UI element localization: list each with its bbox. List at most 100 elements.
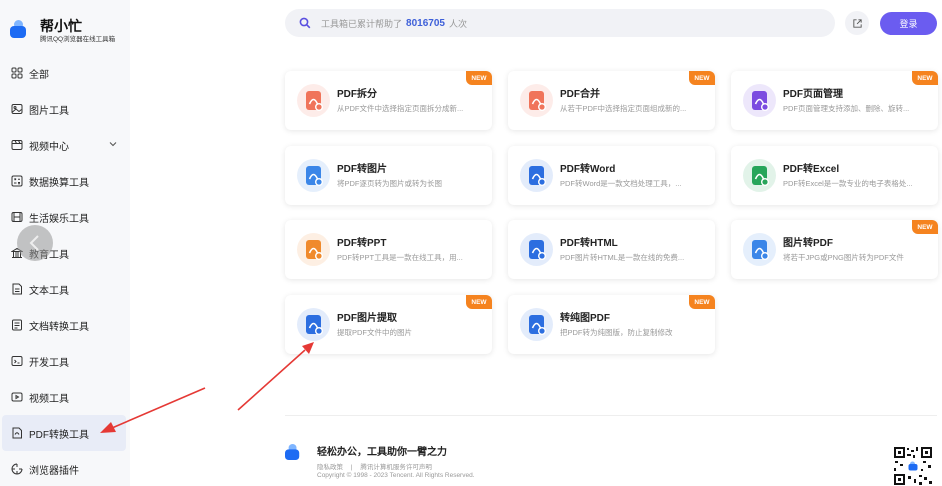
search-suffix: 人次: [448, 18, 467, 29]
sidebar-item-text-tools[interactable]: 文本工具: [0, 271, 130, 307]
arrow-to-pdf-image-extract: [237, 349, 306, 411]
pdf-to-ppt-icon: [297, 233, 330, 266]
sidebar-item-label: 图片工具: [29, 105, 69, 117]
search-bar[interactable]: 工具箱已累计帮助了 8016705 人次: [285, 9, 835, 37]
sidebar-item-label: 视频工具: [29, 393, 69, 405]
card-description: PDF转Word是一款文档处理工具，...: [560, 179, 682, 188]
card-description: 将若干JPG或PNG图片转为PDF文件: [783, 253, 904, 262]
pure-image-pdf-icon: [520, 308, 553, 341]
card-title: PDF转Word: [560, 164, 616, 175]
brand[interactable]: 帮小忙 腾讯QQ浏览器在线工具箱: [10, 14, 128, 46]
sidebar-item-label: 数据换算工具: [29, 177, 89, 189]
new-badge: NEW: [689, 295, 715, 309]
back-button[interactable]: [17, 225, 53, 261]
text-icon: [11, 283, 23, 295]
sidebar-item-video-tools[interactable]: 视频工具: [0, 379, 130, 415]
copyright-text: Copyright © 1998 - 2023 Tencent. All Rig…: [317, 472, 475, 479]
sidebar-item-document-conversion[interactable]: 文档转换工具: [0, 307, 130, 343]
pdf-page-manage-icon: [743, 84, 776, 117]
card-description: PDF图片转HTML是一款在线的免费...: [560, 253, 685, 262]
sidebar-item-all[interactable]: 全部: [0, 55, 130, 91]
pdf-merge-card[interactable]: PDF合并从若干PDF中选择指定页面组成新的... NEW: [508, 71, 715, 130]
logo-icon: [10, 20, 26, 38]
pdf-merge-icon: [520, 84, 553, 117]
pdf-to-ppt-card[interactable]: PDF转PPT PDF转PPT工具是一款在线工具，用...: [285, 220, 492, 279]
sidebar-item-image-tools[interactable]: 图片工具: [0, 91, 130, 127]
pdf-to-image-icon: [297, 159, 330, 192]
new-badge: NEW: [912, 71, 938, 85]
grid-icon: [11, 67, 23, 79]
card-title: 图片转PDF: [783, 238, 833, 249]
pdf-to-html-card[interactable]: PDF转HTML PDF图片转HTML是一款在线的免费...: [508, 220, 715, 279]
share-button[interactable]: [845, 11, 869, 35]
pdf-to-word-card[interactable]: PDF转Word PDF转Word是一款文档处理工具，...: [508, 146, 715, 205]
new-badge: NEW: [689, 71, 715, 85]
card-description: PDF转PPT工具是一款在线工具，用...: [337, 253, 463, 262]
image-to-pdf-card[interactable]: 图片转PDF 将若干JPG或PNG图片转为PDF文件 NEW: [731, 220, 938, 279]
sidebar: 帮小忙 腾讯QQ浏览器在线工具箱 全部 图片工具 视频中心 数据换算工具 生活娱…: [0, 0, 130, 486]
card-description: 从若干PDF中选择指定页面组成新的...: [560, 104, 687, 113]
login-button[interactable]: 登录: [880, 12, 937, 35]
brand-subtitle: 腾讯QQ浏览器在线工具箱: [40, 36, 116, 43]
privacy-policy-link[interactable]: 隐私政策: [317, 464, 343, 471]
card-title: PDF转Excel: [783, 164, 840, 175]
code-icon: [11, 355, 23, 367]
new-badge: NEW: [466, 71, 492, 85]
search-icon: [299, 17, 311, 29]
pdf-image-extract-icon: [297, 308, 330, 341]
pdf-to-word-icon: [520, 159, 553, 192]
sidebar-item-pdf-conversion[interactable]: PDF转换工具: [2, 415, 126, 451]
card-description: 将PDF逐页转为图片或转为长图: [337, 179, 442, 188]
pdf-image-extract-card[interactable]: PDF图片提取提取PDF文件中的图片 NEW: [285, 295, 492, 354]
image-to-pdf-icon: [743, 233, 776, 266]
pdf-icon: [11, 427, 23, 439]
sidebar-item-label: 生活娱乐工具: [29, 213, 89, 225]
chevron-left-icon: [29, 235, 39, 251]
sidebar-item-label: 开发工具: [29, 357, 69, 369]
sidebar-item-browser-plugins[interactable]: 浏览器插件: [0, 451, 130, 486]
sidebar-nav: 全部 图片工具 视频中心 数据换算工具 生活娱乐工具 教育工具 文本工具 文档转…: [0, 55, 130, 486]
card-title: PDF转图片: [337, 164, 387, 175]
pdf-to-excel-card[interactable]: PDF转Excel PDF转Excel是一款专业的电子表格处...: [731, 146, 938, 205]
card-description: 把PDF转为纯图版，防止复制修改: [560, 328, 673, 337]
share-icon: [852, 18, 862, 28]
pdf-to-image-card[interactable]: PDF转图片将PDF逐页转为图片或转为长图: [285, 146, 492, 205]
card-description: 从PDF文件中选择指定页面拆分成新...: [337, 104, 464, 113]
pdf-split-card[interactable]: PDF拆分从PDF文件中选择指定页面拆分成新... NEW: [285, 71, 492, 130]
pdf-page-manage-card[interactable]: PDF页面管理 PDF页面管理支持添加、删除、旋转... NEW: [731, 71, 938, 130]
card-description: PDF转Excel是一款专业的电子表格处...: [783, 179, 913, 188]
card-title: PDF拆分: [337, 89, 377, 100]
sidebar-item-label: 全部: [29, 69, 49, 81]
chevron-down-icon[interactable]: [108, 139, 118, 149]
footer-links: 隐私政策 | 腾讯计算机服务许可声明: [317, 461, 438, 471]
usage-count: 8016705: [406, 17, 445, 29]
sidebar-item-data-conversion[interactable]: 数据换算工具: [0, 163, 130, 199]
new-badge: NEW: [466, 295, 492, 309]
pure-image-pdf-card[interactable]: 转纯图PDF 把PDF转为纯图版，防止复制修改 NEW: [508, 295, 715, 354]
card-title: 转纯图PDF: [560, 313, 610, 324]
card-title: PDF页面管理: [783, 89, 843, 100]
pdf-to-excel-icon: [743, 159, 776, 192]
sidebar-item-label: 文本工具: [29, 285, 69, 297]
footer-link-separator: |: [350, 464, 353, 471]
document-icon: [11, 319, 23, 331]
card-title: PDF合并: [560, 89, 600, 100]
footer-slogan: 轻松办公，工具助你一臂之力: [317, 447, 447, 458]
sidebar-item-label: 文档转换工具: [29, 321, 89, 333]
card-title: PDF转PPT: [337, 238, 387, 249]
sidebar-item-label: 浏览器插件: [29, 465, 79, 477]
card-description: 提取PDF文件中的图片: [337, 328, 412, 337]
card-title: PDF图片提取: [337, 313, 397, 324]
sidebar-item-dev-tools[interactable]: 开发工具: [0, 343, 130, 379]
plugin-icon: [11, 463, 23, 475]
sidebar-item-video-center[interactable]: 视频中心: [0, 127, 130, 163]
pdf-to-html-icon: [520, 233, 553, 266]
card-description: PDF页面管理支持添加、删除、旋转...: [783, 104, 910, 113]
film-icon: [11, 391, 23, 403]
service-license-link[interactable]: 腾讯计算机服务许可声明: [360, 464, 432, 471]
pdf-split-icon: [297, 84, 330, 117]
qr-code-icon: [893, 446, 933, 486]
search-prefix: 工具箱已累计帮助了: [321, 18, 403, 29]
entertainment-icon: [11, 211, 23, 223]
card-title: PDF转HTML: [560, 238, 618, 249]
